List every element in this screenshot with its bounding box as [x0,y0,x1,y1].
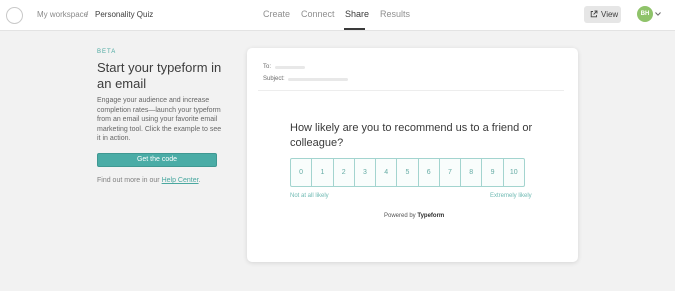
email-header-divider [258,90,564,91]
chevron-down-icon[interactable] [655,12,661,16]
nps-option-2[interactable]: 2 [332,158,355,187]
nps-scale: 0 1 2 3 4 5 6 7 8 9 10 [290,158,535,187]
email-preview-card[interactable]: To: Subject: How likely are you to recom… [247,48,578,262]
active-tab-indicator [344,28,365,30]
nps-option-0[interactable]: 0 [290,158,313,187]
typeform-logo-icon[interactable] [6,7,23,24]
email-subject-placeholder [288,78,348,81]
view-button-label: View [601,10,619,19]
nps-option-9[interactable]: 9 [481,158,504,187]
nps-question: How likely are you to recommend us to a … [290,122,533,149]
email-to-label: To: [263,64,272,70]
nps-option-8[interactable]: 8 [460,158,483,187]
external-link-icon [590,10,598,18]
nps-option-6[interactable]: 6 [417,158,440,187]
help-center-link[interactable]: Help Center [162,177,199,184]
nps-option-7[interactable]: 7 [438,158,462,187]
tab-connect[interactable]: Connect [301,9,335,19]
panel-description: Engage your audience and increase comple… [97,97,222,143]
view-button[interactable]: View [584,6,621,23]
breadcrumb-current-form[interactable]: Personality Quiz [95,10,153,19]
nps-option-3[interactable]: 3 [353,158,377,187]
help-text-suffix: . [198,177,201,184]
tab-share[interactable]: Share [345,9,369,19]
breadcrumb-workspace[interactable]: My workspace [37,10,88,19]
email-to-placeholder [275,66,305,69]
nps-option-5[interactable]: 5 [396,158,419,187]
tab-create[interactable]: Create [263,9,290,19]
get-the-code-button[interactable]: Get the code [97,153,217,167]
email-subject-label: Subject: [263,76,285,82]
tab-results[interactable]: Results [380,9,410,19]
powered-by-prefix: Powered by [384,213,418,219]
typeform-brand: Typeform [417,213,445,219]
nps-option-1[interactable]: 1 [311,158,334,187]
top-navigation-bar: My workspace / Personality Quiz Create C… [0,0,675,31]
scale-min-label: Not at all likely [290,193,329,199]
powered-by-typeform: Powered by Typeform [384,213,444,219]
help-text-prefix: Find out more in our [97,177,162,184]
help-text: Find out more in our Help Center. [97,177,201,184]
breadcrumb-separator: / [86,10,89,19]
nps-option-10[interactable]: 10 [502,158,525,187]
nps-option-4[interactable]: 4 [375,158,398,187]
panel-title: Start your typeform in an email [97,60,222,91]
scale-max-label: Extremely likely [490,193,532,199]
user-avatar[interactable]: BH [637,6,653,22]
beta-badge: BETA [97,49,117,55]
